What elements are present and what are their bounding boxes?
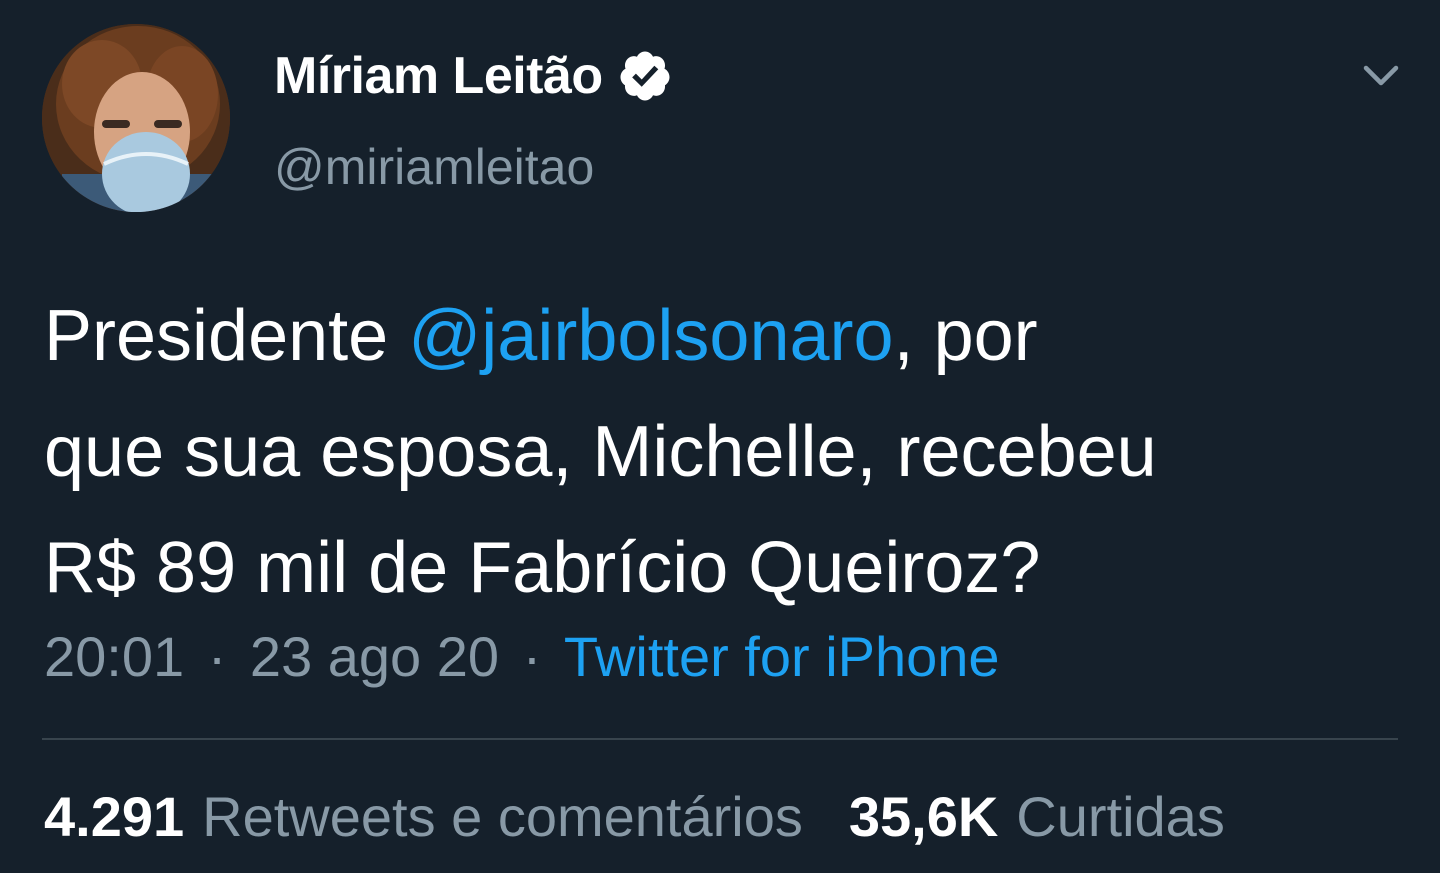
- retweets-label: Retweets e comentários: [202, 785, 803, 848]
- likes-label: Curtidas: [1016, 785, 1225, 848]
- chevron-down-icon[interactable]: [1360, 58, 1402, 94]
- tweet-text-line-1: Presidente @jairbolsonaro, por: [44, 278, 1414, 394]
- tweet-date[interactable]: 23 ago 20: [250, 625, 499, 688]
- author-display-name[interactable]: Míriam Leitão: [274, 46, 603, 106]
- author-name-row: Míriam Leitão: [274, 44, 673, 108]
- likes-stat[interactable]: 35,6K Curtidas: [849, 784, 1225, 849]
- avatar-image: [42, 24, 230, 212]
- tweet-meta: 20:01 · 23 ago 20 · Twitter for iPhone: [44, 624, 1000, 689]
- tweet-text: Presidente @jairbolsonaro, por que sua e…: [44, 278, 1414, 626]
- tweet-text-line-2: que sua esposa, Michelle, recebeu: [44, 412, 1157, 492]
- author-handle[interactable]: @miriamleitao: [274, 138, 594, 196]
- meta-separator: ·: [522, 625, 542, 688]
- tweet-time[interactable]: 20:01: [44, 625, 184, 688]
- retweets-stat[interactable]: 4.291 Retweets e comentários: [44, 784, 803, 849]
- tweet-text-segment: , por: [893, 296, 1038, 376]
- tweet-stats: 4.291 Retweets e comentários 35,6K Curtida…: [44, 784, 1225, 849]
- tweet-text-segment: Presidente: [44, 296, 409, 376]
- mention-link[interactable]: @jairbolsonaro: [408, 296, 893, 376]
- avatar[interactable]: [42, 24, 230, 212]
- tweet-source-link[interactable]: Twitter for iPhone: [564, 625, 1000, 688]
- tweet-text-line-3: R$ 89 mil de Fabrício Queiroz?: [44, 528, 1041, 608]
- meta-separator: ·: [207, 625, 227, 688]
- tweet-card: Míriam Leitão @miriamleitao Presidente @…: [0, 0, 1440, 873]
- verified-badge-icon: [620, 51, 670, 101]
- retweets-count: 4.291: [44, 785, 185, 848]
- divider: [42, 738, 1398, 740]
- likes-count: 35,6K: [848, 785, 999, 848]
